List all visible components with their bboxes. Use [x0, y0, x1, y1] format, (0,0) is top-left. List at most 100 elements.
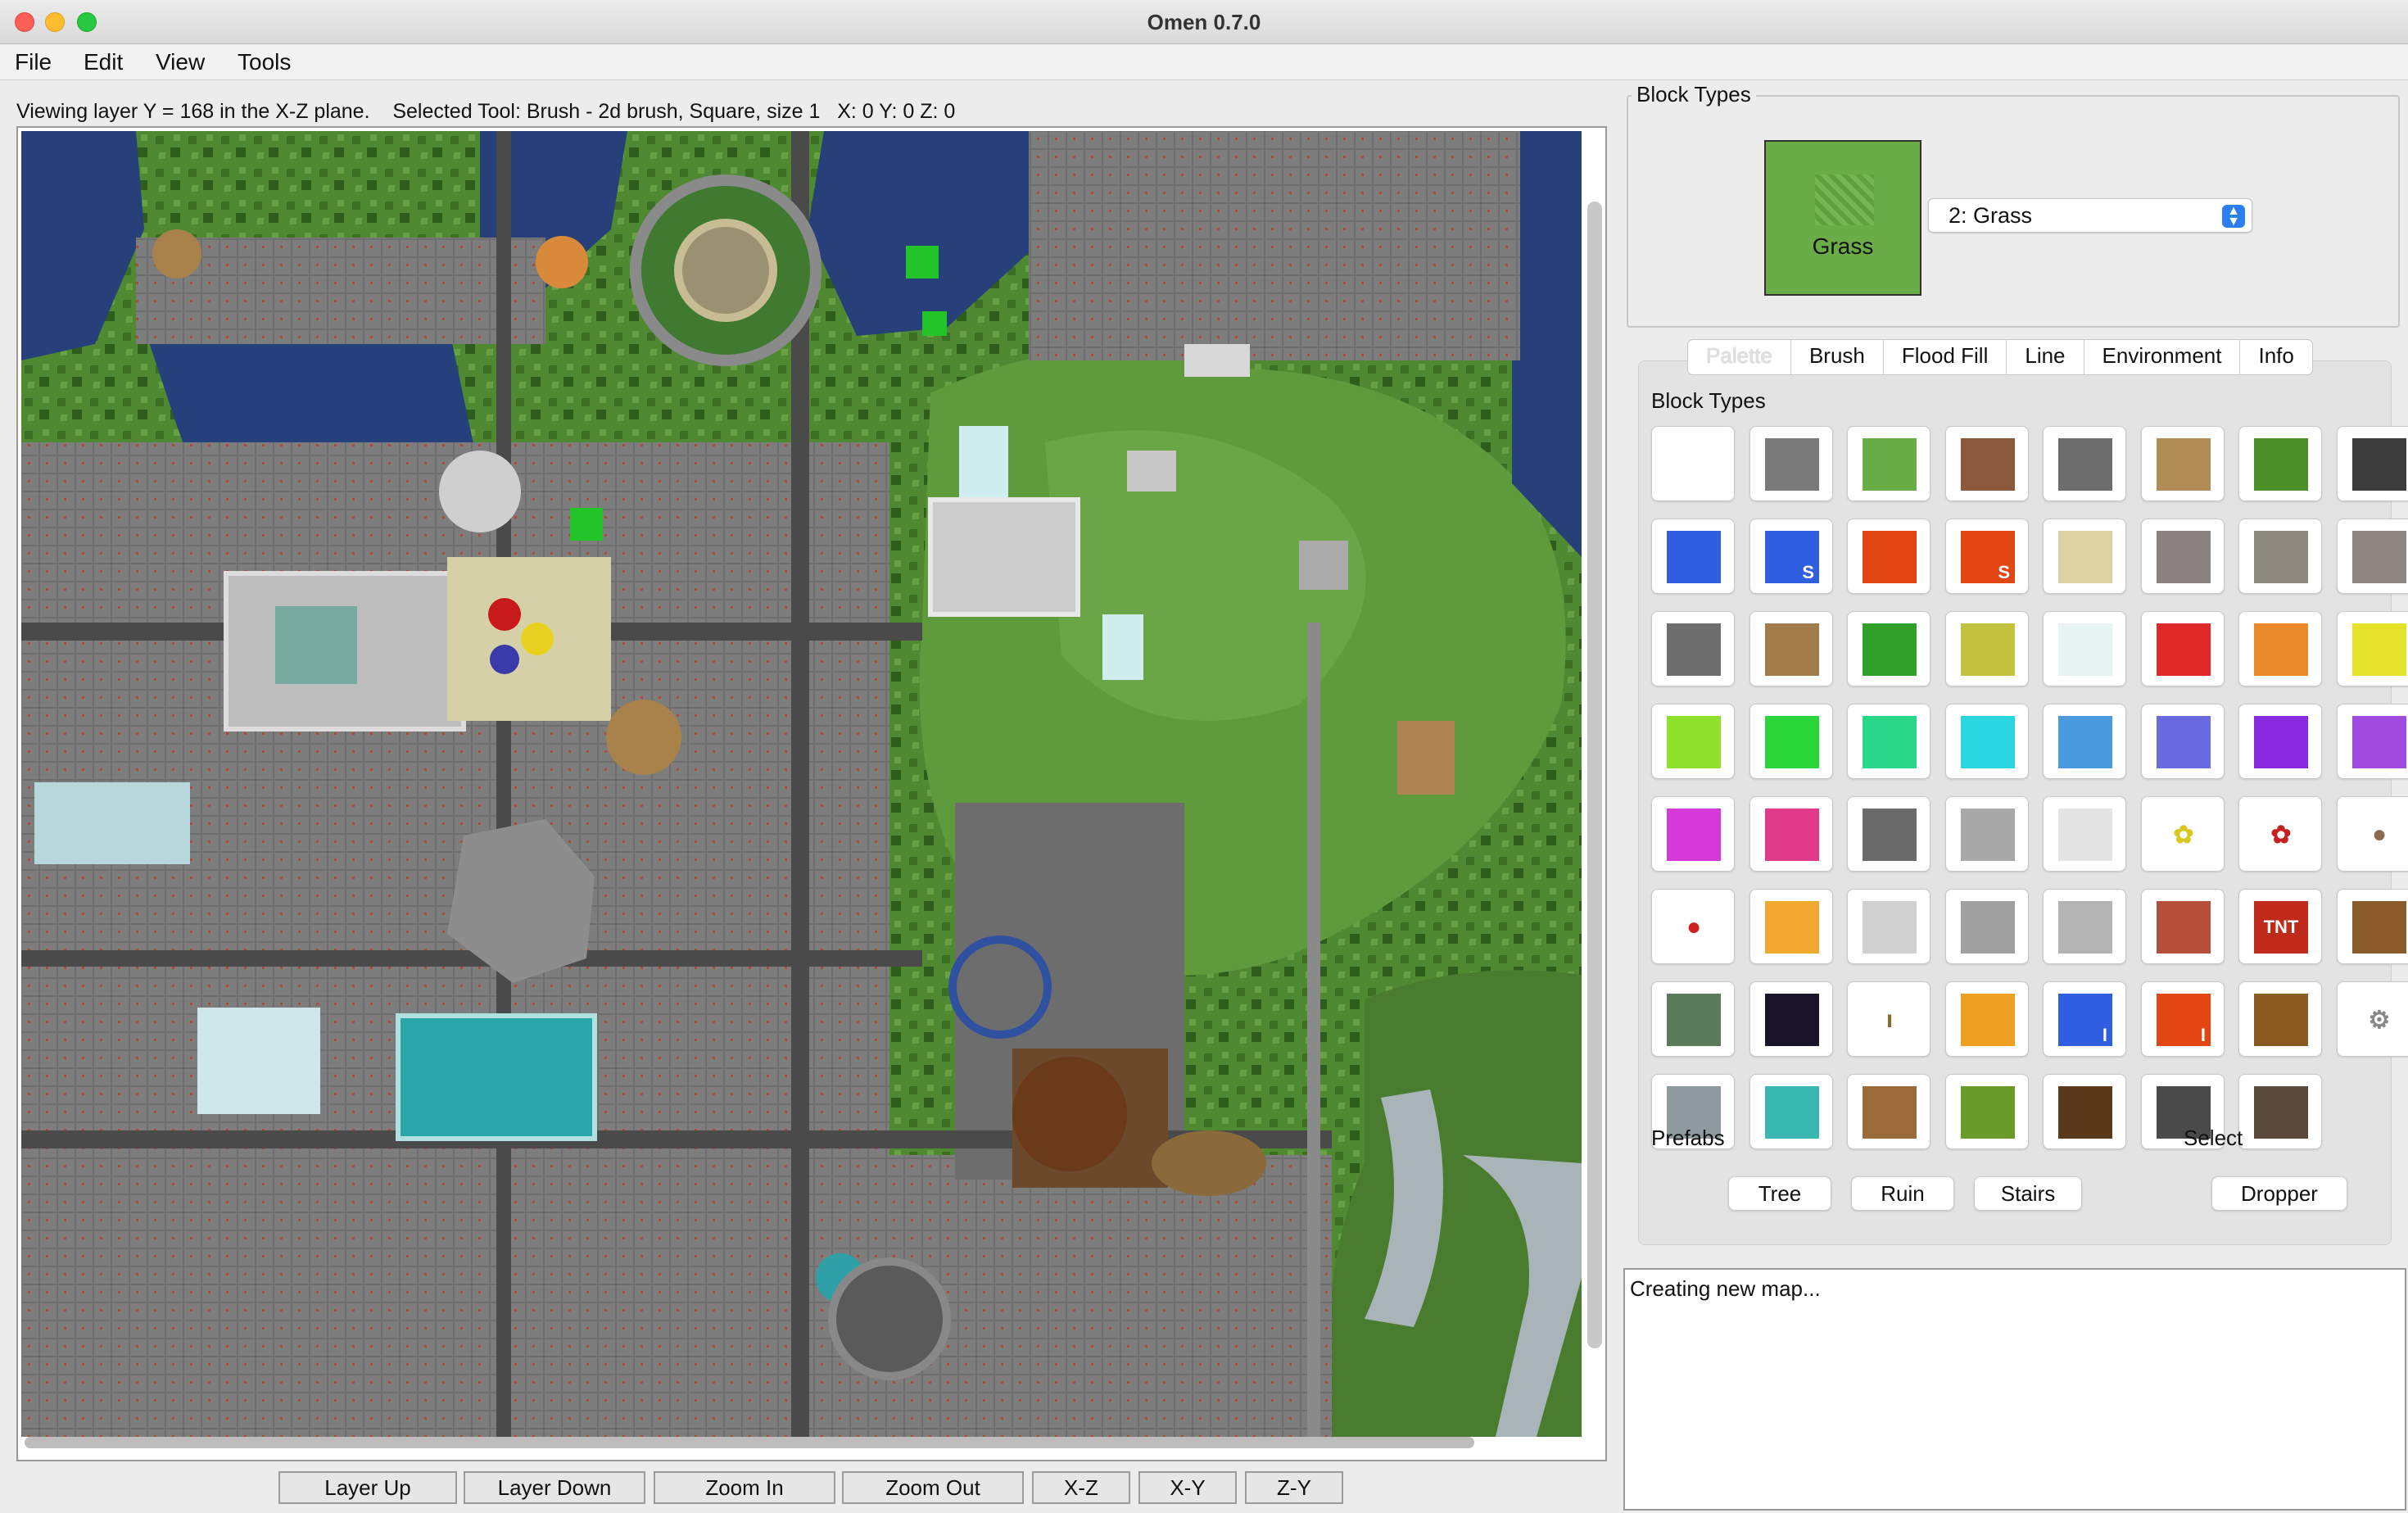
- infinite-water-block-button[interactable]: I: [2043, 981, 2126, 1057]
- message-log[interactable]: Creating new map...: [1623, 1268, 2406, 1511]
- obsidian-block-button[interactable]: [1749, 981, 1833, 1057]
- tab-brush[interactable]: Brush: [1791, 340, 1884, 374]
- brown-mushroom-icon-button[interactable]: ●: [2337, 796, 2408, 872]
- layer-down-button[interactable]: Layer Down: [464, 1471, 645, 1504]
- gravel-block-button[interactable]: [2141, 519, 2225, 594]
- iron-block-button[interactable]: [1847, 889, 1930, 964]
- tab-line[interactable]: Line: [2007, 340, 2084, 374]
- gold-block-button[interactable]: [1749, 889, 1833, 964]
- dirt-block-button[interactable]: [1945, 426, 2029, 501]
- z-y-plane-button[interactable]: Z-Y: [1245, 1471, 1343, 1504]
- block-mark: ●: [1686, 913, 1702, 940]
- white-cloth-block-button[interactable]: [2043, 796, 2126, 872]
- gear-icon-button[interactable]: ⚙: [2337, 981, 2408, 1057]
- menu-view[interactable]: View: [156, 49, 205, 75]
- tab-environment[interactable]: Environment: [2084, 340, 2241, 374]
- prefabs-label: Prefabs: [1651, 1126, 1725, 1150]
- block-mark: TNT: [2263, 917, 2299, 937]
- soil-block-button[interactable]: [2043, 1074, 2126, 1149]
- torch-icon-button[interactable]: ı: [1847, 981, 1930, 1057]
- red-cloth-block-icon: [2157, 623, 2211, 676]
- magenta-cloth-block-button[interactable]: [1651, 796, 1735, 872]
- x-y-plane-button[interactable]: X-Y: [1138, 1471, 1237, 1504]
- bookshelf-block-button[interactable]: [2337, 889, 2408, 964]
- grass-block-button[interactable]: [1847, 426, 1930, 501]
- menu-file[interactable]: File: [15, 49, 52, 75]
- menu-tools[interactable]: Tools: [238, 49, 291, 75]
- sand-block-button[interactable]: [2043, 519, 2126, 594]
- zoom-out-button[interactable]: Zoom Out: [842, 1471, 1024, 1504]
- glass-block-button[interactable]: [2043, 611, 2126, 686]
- workbench-block-button[interactable]: [1847, 1074, 1930, 1149]
- cyan-cloth-block-button[interactable]: [1945, 704, 2029, 779]
- block-mark: I: [2200, 1025, 2206, 1045]
- gray-cloth-block-button[interactable]: [1945, 796, 2029, 872]
- leaves-block-button[interactable]: [1847, 611, 1930, 686]
- infinite-lava-block-button[interactable]: I: [2141, 981, 2225, 1057]
- tab-flood-fill[interactable]: Flood Fill: [1884, 340, 2007, 374]
- black-cloth-block-icon: [1863, 809, 1917, 861]
- violet-cloth-block-button[interactable]: [2337, 704, 2408, 779]
- sapling-block-button[interactable]: [2238, 426, 2322, 501]
- water-block-button[interactable]: [1651, 519, 1735, 594]
- coal-ore-block-button[interactable]: [1651, 611, 1735, 686]
- purple-cloth-block-button[interactable]: [2141, 704, 2225, 779]
- block-types-title: Block Types: [1632, 82, 1756, 107]
- rose-icon-button[interactable]: ✿: [2238, 796, 2322, 872]
- map-horizontal-scrollbar[interactable]: [25, 1437, 1474, 1448]
- gold-ore-block-button[interactable]: [2238, 519, 2322, 594]
- chevron-up-down-icon: ▲ ▼: [2222, 205, 2245, 229]
- dandelion-icon-button[interactable]: ✿: [2141, 796, 2225, 872]
- tnt-block-button[interactable]: TNT: [2238, 889, 2322, 964]
- zoom-in-button[interactable]: Zoom In: [654, 1471, 835, 1504]
- diamond-block-icon: [1765, 1086, 1819, 1139]
- tab-palette[interactable]: Palette: [1688, 340, 1791, 374]
- green-cloth-block-button[interactable]: [1749, 704, 1833, 779]
- selected-block-label: Grass: [1812, 233, 1874, 259]
- planks-block-button[interactable]: [2141, 426, 2225, 501]
- ruin-prefab-button[interactable]: Ruin: [1851, 1176, 1954, 1211]
- blue-cloth-block-button[interactable]: [2043, 704, 2126, 779]
- iron-ore-block-button[interactable]: [2337, 519, 2408, 594]
- red-mushroom-icon: ●: [1667, 901, 1721, 954]
- map-vertical-scrollbar[interactable]: [1587, 202, 1602, 1348]
- cobblestone-block-button[interactable]: [2043, 426, 2126, 501]
- fire-block-button[interactable]: [1945, 981, 2029, 1057]
- aqua-green-cloth-block-button[interactable]: [1847, 704, 1930, 779]
- map-canvas[interactable]: [21, 131, 1582, 1437]
- chest-block-button[interactable]: [2238, 981, 2322, 1057]
- indigo-cloth-block-button[interactable]: [2238, 704, 2322, 779]
- sponge-block-button[interactable]: [1945, 611, 2029, 686]
- bedrock-block-button[interactable]: [2337, 426, 2408, 501]
- dropper-button[interactable]: Dropper: [2211, 1176, 2347, 1211]
- stairs-prefab-button[interactable]: Stairs: [1974, 1176, 2082, 1211]
- menu-edit[interactable]: Edit: [84, 49, 123, 75]
- lava-block-button[interactable]: [1847, 519, 1930, 594]
- lit-furnace-block-button[interactable]: [2238, 1074, 2322, 1149]
- red-mushroom-icon-button[interactable]: ●: [1651, 889, 1735, 964]
- stationary-water-block-button[interactable]: S: [1749, 519, 1833, 594]
- tree-prefab-button[interactable]: Tree: [1728, 1176, 1831, 1211]
- tab-info[interactable]: Info: [2240, 340, 2311, 374]
- black-cloth-block-button[interactable]: [1847, 796, 1930, 872]
- double-slab-block-button[interactable]: [1945, 889, 2029, 964]
- diamond-block-button[interactable]: [1749, 1074, 1833, 1149]
- stationary-lava-block-button[interactable]: S: [1945, 519, 2029, 594]
- planks-block-icon: [2157, 438, 2211, 491]
- iron-ore-block-icon: [2352, 531, 2406, 583]
- yellow-cloth-block-button[interactable]: [2337, 611, 2408, 686]
- lime-cloth-block-button[interactable]: [1651, 704, 1735, 779]
- slab-block-button[interactable]: [2043, 889, 2126, 964]
- block-type-select[interactable]: 2: Grass ▲ ▼: [1928, 198, 2252, 233]
- x-z-plane-button[interactable]: X-Z: [1032, 1471, 1130, 1504]
- brick-block-button[interactable]: [2141, 889, 2225, 964]
- stone-block-button[interactable]: [1749, 426, 1833, 501]
- pink-cloth-block-button[interactable]: [1749, 796, 1833, 872]
- air-block-button[interactable]: [1651, 426, 1735, 501]
- mossy-cobblestone-block-button[interactable]: [1651, 981, 1735, 1057]
- layer-up-button[interactable]: Layer Up: [278, 1471, 457, 1504]
- log-block-button[interactable]: [1749, 611, 1833, 686]
- red-cloth-block-button[interactable]: [2141, 611, 2225, 686]
- crops-block-button[interactable]: [1945, 1074, 2029, 1149]
- orange-cloth-block-button[interactable]: [2238, 611, 2322, 686]
